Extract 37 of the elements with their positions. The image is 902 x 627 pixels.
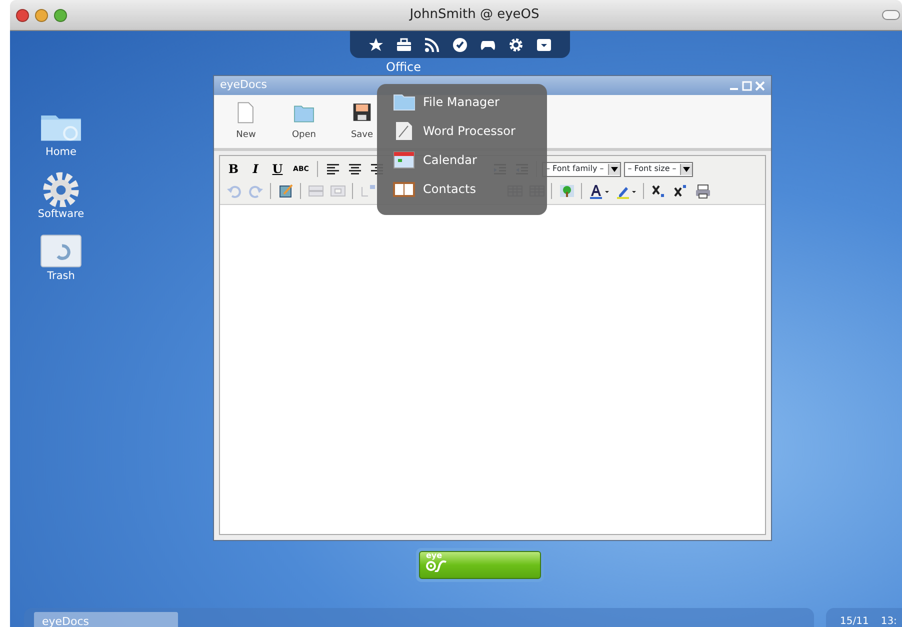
app-title: eyeDocs — [220, 77, 268, 94]
font-color-icon[interactable] — [588, 183, 610, 199]
subscript-icon[interactable] — [650, 183, 666, 199]
desktop-icon-label[interactable]: Software — [38, 206, 84, 222]
document-icon — [393, 121, 415, 141]
time-text: 13: — [880, 615, 897, 627]
folder-icon — [393, 92, 415, 112]
format-button[interactable]: B — [224, 160, 243, 178]
calendar-icon — [393, 150, 415, 170]
os-logo-icon — [426, 560, 448, 572]
toolbar-toggle-button[interactable] — [882, 10, 900, 20]
align-center-icon[interactable] — [346, 161, 362, 177]
close-button[interactable] — [16, 8, 29, 22]
zoom-button[interactable] — [54, 8, 67, 22]
book-icon — [393, 179, 415, 199]
desktop-icon-label[interactable]: Trash — [47, 268, 75, 284]
menu-item[interactable]: Contacts — [387, 177, 537, 201]
print-icon[interactable] — [694, 183, 710, 199]
date-text: 15/11 — [840, 615, 869, 627]
align-left-icon[interactable] — [324, 161, 340, 177]
new-button[interactable]: New — [228, 101, 264, 142]
tree-picture-icon[interactable] — [558, 183, 574, 199]
menu-item[interactable]: File Manager — [387, 90, 537, 114]
format-button[interactable]: U — [268, 160, 287, 178]
dropdown-arrow-icon[interactable] — [610, 166, 618, 172]
superscript-icon[interactable] — [672, 183, 688, 199]
menu-item[interactable]: Calendar — [387, 148, 537, 172]
font-select[interactable]: – Font size – — [624, 162, 694, 176]
open-button[interactable]: Open — [286, 101, 322, 142]
dropdown-arrow-icon[interactable] — [683, 166, 690, 172]
format-button[interactable]: I — [246, 160, 265, 178]
minimize-button[interactable] — [35, 8, 48, 22]
window-title: JohnSmith @ eyeOS — [408, 6, 540, 24]
desktop-icon-label[interactable]: Home — [45, 145, 76, 161]
dock-label: Office — [386, 60, 422, 74]
menu-item[interactable]: Word Processor — [387, 119, 537, 143]
pencil-icon[interactable] — [278, 183, 294, 199]
